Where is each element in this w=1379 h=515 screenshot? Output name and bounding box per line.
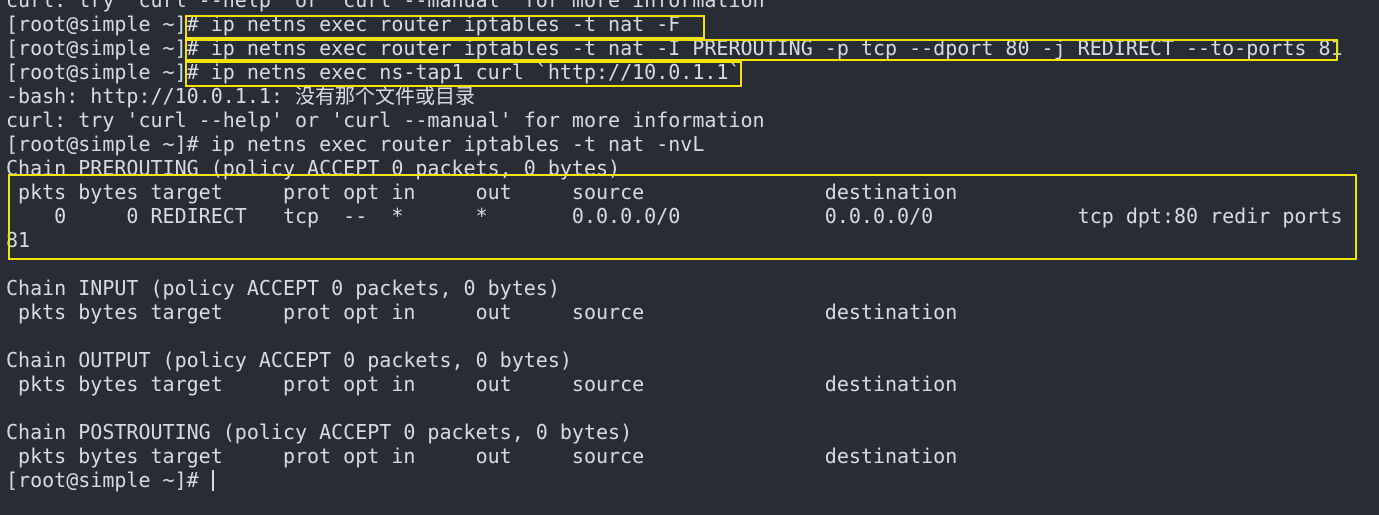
- terminal-window[interactable]: curl: try 'curl --help' or 'curl --manua…: [0, 0, 1379, 515]
- table-header-input: pkts bytes target prot opt in out source…: [6, 300, 958, 324]
- output-line: curl: try 'curl --help' or 'curl --manua…: [6, 108, 765, 132]
- highlight-box-prerouting-rules: [8, 174, 1357, 260]
- error-output-line: -bash: http://10.0.1.1: 没有那个文件或目录: [6, 84, 475, 108]
- table-header-output: pkts bytes target prot opt in out source…: [6, 372, 958, 396]
- chain-header-postrouting: Chain POSTROUTING (policy ACCEPT 0 packe…: [6, 420, 633, 444]
- chain-header-output: Chain OUTPUT (policy ACCEPT 0 packets, 0…: [6, 348, 572, 372]
- output-line: curl: try 'curl --help' or 'curl --manua…: [6, 0, 765, 12]
- highlight-box-redirect-command: [185, 39, 1338, 61]
- text-cursor: [211, 470, 214, 491]
- chain-header-input: Chain INPUT (policy ACCEPT 0 packets, 0 …: [6, 276, 560, 300]
- command-line-list-nat: [root@simple ~]# ip netns exec router ip…: [6, 132, 705, 156]
- highlight-box-flush-command: [185, 15, 705, 39]
- prompt-line[interactable]: [root@simple ~]#: [6, 468, 214, 492]
- table-header-postrouting: pkts bytes target prot opt in out source…: [6, 444, 958, 468]
- prompt-text: [root@simple ~]#: [6, 468, 211, 492]
- highlight-box-curl-command: [185, 61, 742, 87]
